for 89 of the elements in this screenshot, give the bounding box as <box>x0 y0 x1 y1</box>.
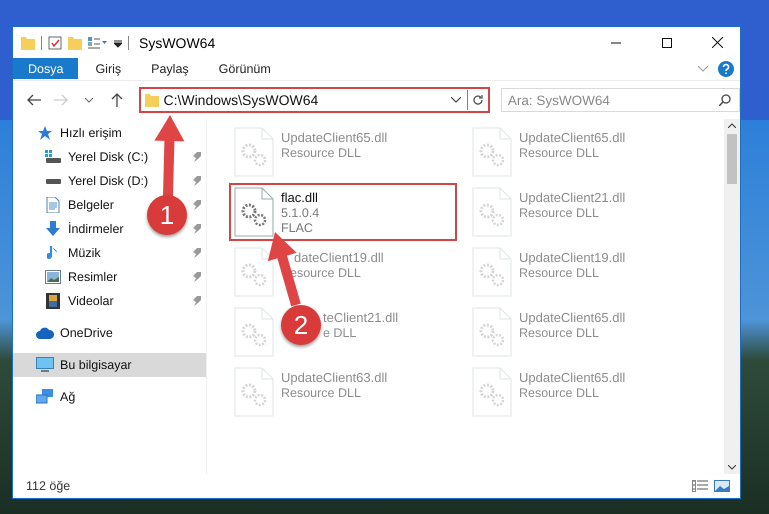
dll-file-icon <box>472 127 512 177</box>
sidebar-item[interactable]: Yerel Disk (D:) <box>13 169 206 193</box>
dll-file-icon <box>234 247 274 297</box>
scrollbar[interactable] <box>724 119 740 474</box>
scroll-down-icon[interactable] <box>728 465 736 470</box>
network-icon <box>36 389 54 405</box>
sidebar-item[interactable]: Ağ <box>13 385 206 409</box>
ribbon-tab[interactable]: Giriş <box>82 58 134 79</box>
file-name: teClient21.dll <box>323 310 398 325</box>
dll-file-icon <box>234 307 274 357</box>
details-view-icon[interactable] <box>692 480 708 492</box>
chevron-down-icon[interactable] <box>84 98 93 102</box>
cloud-icon <box>36 327 54 339</box>
pin-icon[interactable] <box>193 176 202 186</box>
file-detail: Resource DLL <box>519 386 600 400</box>
properties-icon[interactable] <box>48 35 62 50</box>
file-name: dateClient19.dll <box>294 250 384 265</box>
customize-toolbar-icon[interactable] <box>114 38 122 48</box>
dll-file-icon <box>234 187 274 237</box>
file-detail: Resource DLL <box>519 326 600 340</box>
maximize-icon[interactable] <box>662 38 672 48</box>
sidebar-item[interactable]: Hızlı erişim <box>13 121 206 145</box>
dll-file-icon <box>234 367 274 417</box>
search-icon[interactable] <box>719 94 732 106</box>
file-name: UpdateClient65.dll <box>519 130 626 145</box>
folder-icon <box>21 36 35 50</box>
dll-file-icon <box>472 307 512 357</box>
file-item[interactable]: flac.dll 5.1.0.4 FLAC <box>229 183 457 241</box>
pin-icon[interactable] <box>193 200 202 210</box>
picture-icon <box>45 270 61 284</box>
sidebar-item[interactable]: Videolar <box>13 289 206 313</box>
star-icon <box>37 125 53 141</box>
file-detail: Resource DLL <box>519 266 600 280</box>
ribbon-tab[interactable]: Görünüm <box>206 58 284 79</box>
pin-icon[interactable] <box>193 248 202 258</box>
drive-icon <box>46 178 60 184</box>
search-box[interactable]: Ara: SysWOW64 <box>500 88 740 112</box>
file-detail: Resource DLL <box>281 146 362 160</box>
close-icon[interactable] <box>712 37 723 48</box>
sidebar-item[interactable]: Resimler <box>13 265 206 289</box>
ribbon-tab[interactable]: Dosya <box>13 58 78 79</box>
folder-icon <box>145 93 160 107</box>
download-arrow-icon <box>45 221 61 237</box>
sidebar-item[interactable]: Müzik <box>13 241 206 265</box>
back-arrow-icon[interactable] <box>26 94 41 106</box>
scroll-up-icon[interactable] <box>728 123 736 128</box>
file-name: flac.dll <box>281 190 319 205</box>
computer-icon <box>36 357 54 373</box>
scrollbar-thumb[interactable] <box>727 134 737 184</box>
music-note-icon <box>47 245 59 261</box>
pin-icon[interactable] <box>193 296 202 306</box>
file-detail: Resource DLL <box>519 206 600 220</box>
view-options-icon[interactable] <box>88 36 108 48</box>
file-name: UpdateClient65.dll <box>519 310 626 325</box>
dll-file-icon <box>472 367 512 417</box>
dll-file-icon <box>472 187 512 237</box>
up-arrow-icon[interactable] <box>110 93 123 107</box>
window-title: SysWOW64 <box>139 34 216 50</box>
pin-icon[interactable] <box>193 152 202 162</box>
refresh-icon[interactable] <box>472 94 484 106</box>
drive-icon <box>45 149 61 165</box>
ribbon-tab[interactable]: Paylaş <box>138 58 202 79</box>
dropdown-caret-icon[interactable] <box>450 97 461 103</box>
large-icons-view-icon[interactable] <box>714 480 730 492</box>
dll-file-icon <box>234 127 274 177</box>
address-field[interactable]: C:\Windows\SysWOW64 <box>159 90 451 110</box>
sidebar-item[interactable]: Yerel Disk (C:) <box>13 145 206 169</box>
sidebar-item[interactable]: Bu bilgisayar <box>13 353 206 377</box>
file-name: UpdateClient65.dll <box>281 130 388 145</box>
file-name: UpdateClient65.dll <box>519 370 626 385</box>
pin-icon[interactable] <box>193 224 202 234</box>
file-detail: Resource DLL <box>281 386 362 400</box>
file-detail: 5.1.0.4 <box>281 206 320 220</box>
file-name: UpdateClient63.dll <box>281 370 388 385</box>
file-detail: Resource DLL <box>519 146 600 160</box>
file-detail: e DLL <box>323 326 358 340</box>
expand-ribbon-icon[interactable] <box>698 66 708 72</box>
document-icon <box>46 197 60 213</box>
file-name: UpdateClient19.dll <box>519 250 626 265</box>
file-detail: FLAC <box>281 221 314 235</box>
file-name: UpdateClient21.dll <box>519 190 626 205</box>
film-icon <box>46 293 60 309</box>
sidebar-item[interactable]: OneDrive <box>13 321 206 345</box>
help-icon[interactable] <box>718 61 734 77</box>
dll-file-icon <box>472 247 512 297</box>
pin-icon[interactable] <box>193 272 202 282</box>
item-count: 112 öğe <box>26 479 72 493</box>
address-bar[interactable]: C:\Windows\SysWOW64 <box>139 87 490 113</box>
search-field[interactable]: Ara: SysWOW64 <box>502 92 720 108</box>
